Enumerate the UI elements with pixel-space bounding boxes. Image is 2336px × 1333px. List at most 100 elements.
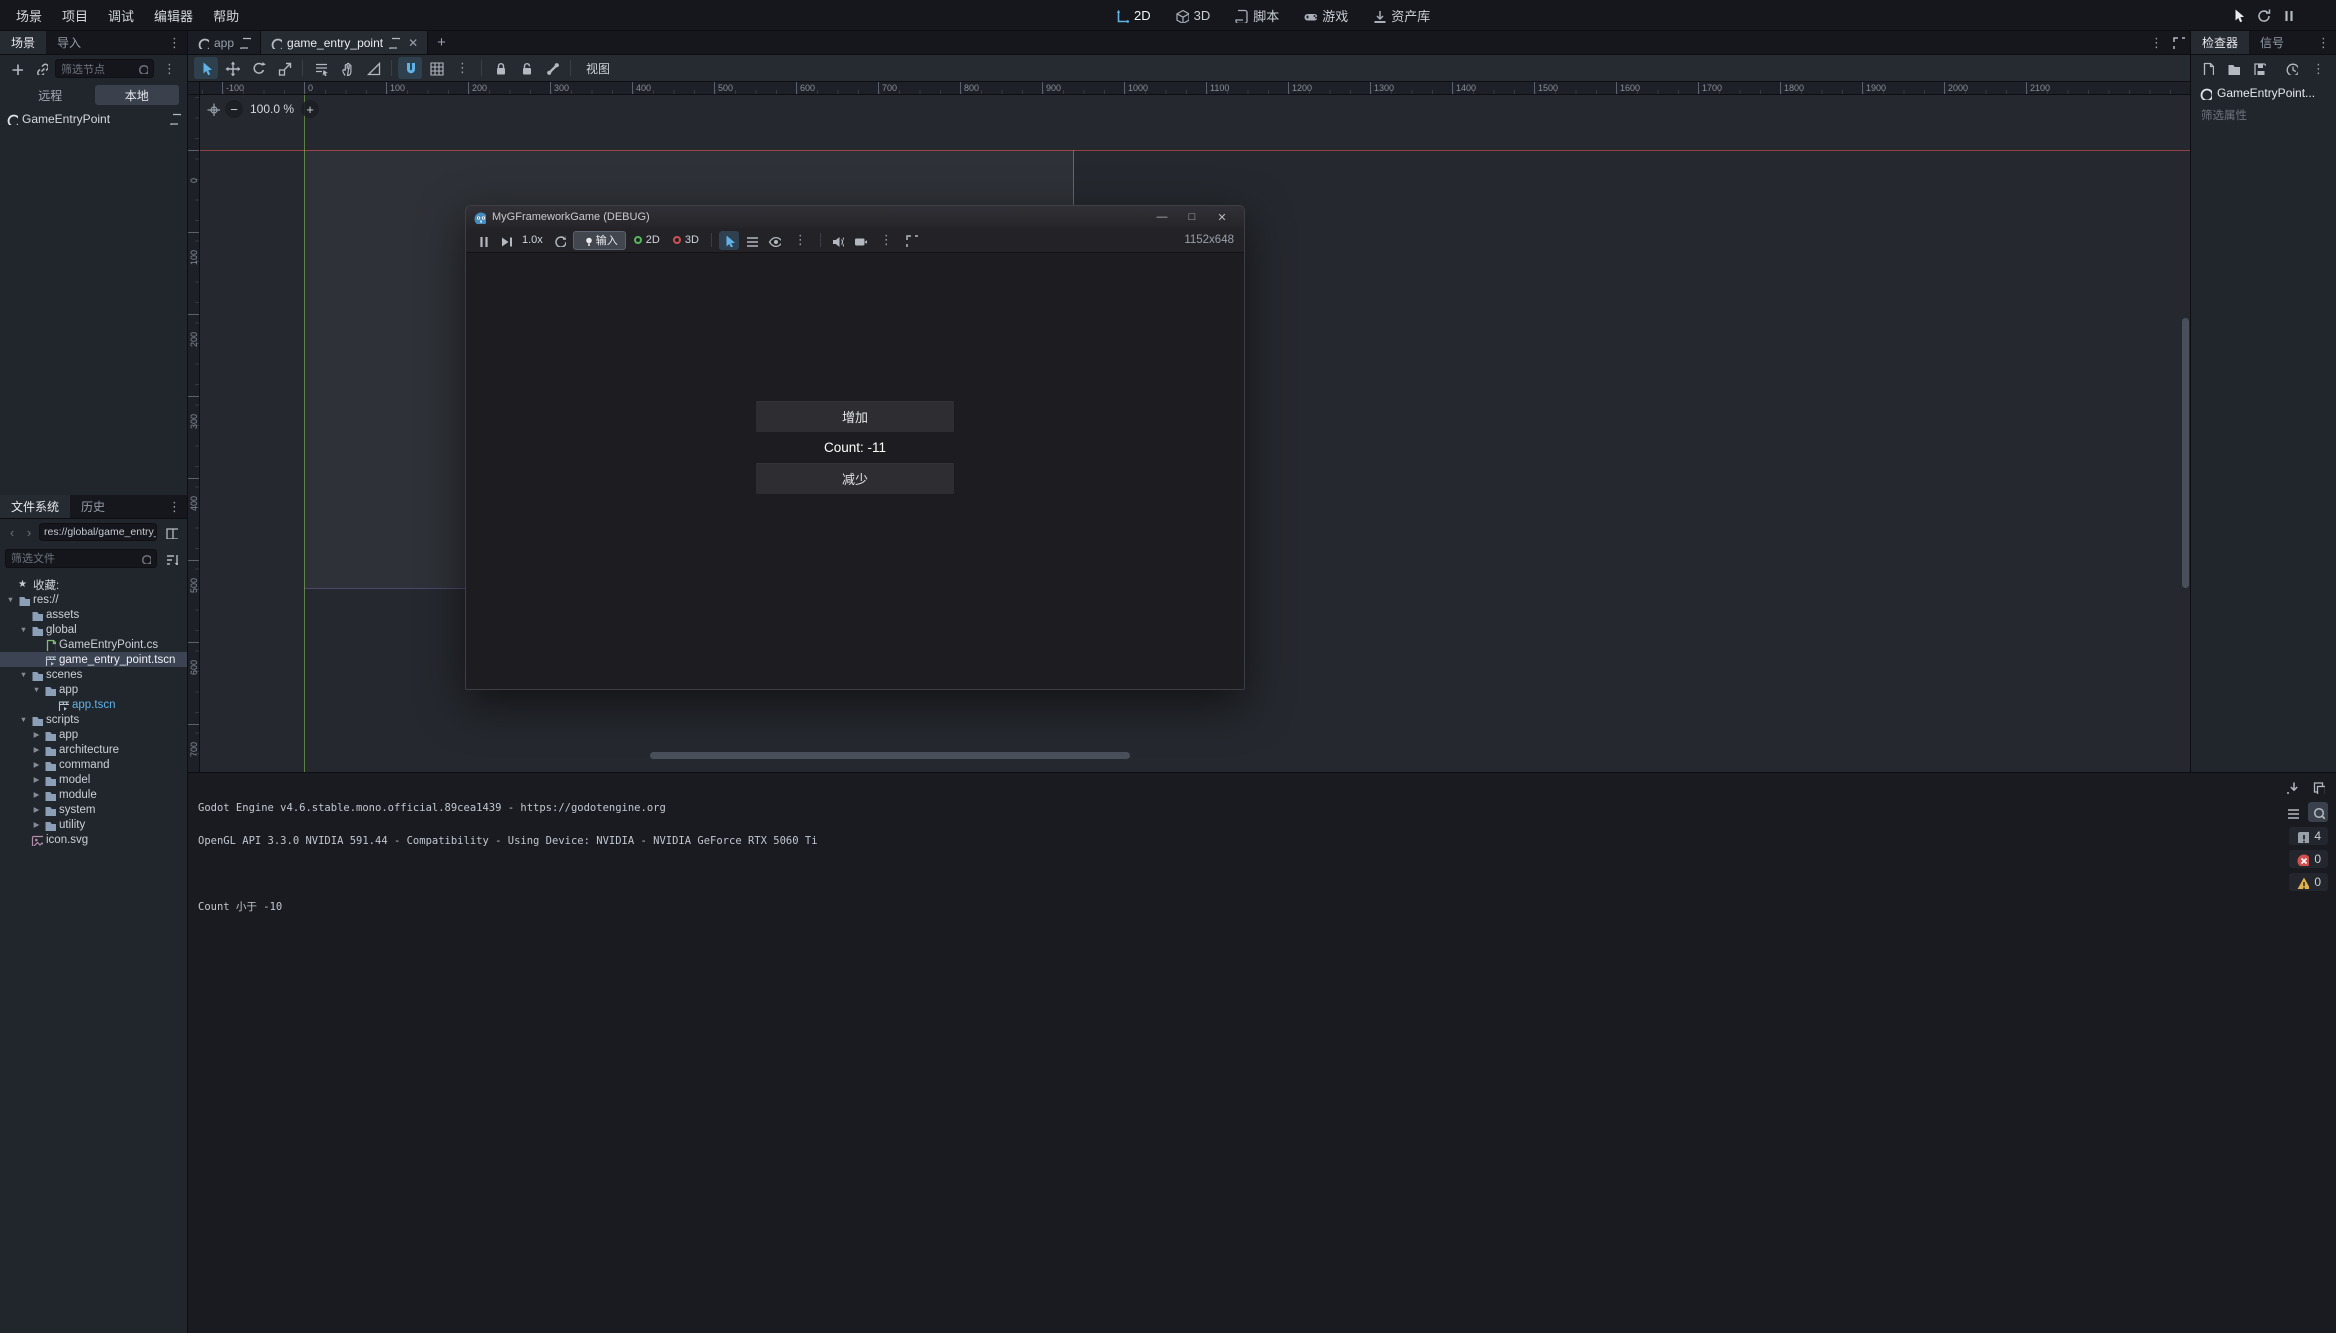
tab-filesystem[interactable]: 文件系统 (0, 495, 70, 518)
center-view-icon[interactable] (206, 102, 220, 116)
fs-item-res-root[interactable]: ▼ res:// (0, 592, 187, 607)
visibility-button[interactable] (765, 231, 785, 250)
increase-button[interactable]: 增加 (755, 400, 955, 433)
workspace-script[interactable]: 脚本 (1224, 2, 1289, 29)
tab-import[interactable]: 导入 (46, 31, 92, 54)
chevron-down-icon[interactable]: ▼ (19, 715, 28, 724)
scene-tab-game-entry-point[interactable]: game_entry_point ✕ (261, 31, 428, 54)
nav-forward-button[interactable]: › (22, 525, 36, 540)
node-list-button[interactable] (742, 231, 762, 250)
workspace-game[interactable]: 游戏 (1293, 2, 1358, 29)
view-menu-button[interactable]: 视图 (577, 58, 619, 79)
workspace-2d[interactable]: 2D (1105, 4, 1161, 27)
reset-speed-button[interactable] (550, 231, 570, 250)
fs-item-system[interactable]: ▶ system (0, 802, 187, 817)
zoom-out-button[interactable]: − (225, 100, 243, 118)
property-filter-input[interactable]: 筛选属性 (2191, 104, 2336, 126)
workspace-3d[interactable]: 3D (1165, 4, 1221, 27)
inspected-node-row[interactable]: GameEntryPoint... (2191, 82, 2336, 104)
menu-editor[interactable]: 编辑器 (144, 3, 203, 28)
menu-project[interactable]: 项目 (52, 3, 98, 28)
close-button[interactable]: ✕ (1207, 206, 1237, 228)
chevron-down-icon[interactable]: ▼ (19, 625, 28, 634)
grid-snap-button[interactable] (424, 57, 448, 79)
fs-item-favorites[interactable]: ★ 收藏: (0, 577, 187, 592)
fullscreen-button[interactable] (902, 231, 922, 250)
log-search-button[interactable] (2308, 802, 2328, 822)
expand-editor-icon[interactable] (2172, 36, 2185, 49)
move-tool-button[interactable] (220, 57, 244, 79)
fs-item-model[interactable]: ▶ model (0, 772, 187, 787)
fs-item-assets[interactable]: assets (0, 607, 187, 622)
camera-override-2d[interactable]: 2D (629, 234, 665, 246)
camera-override-button[interactable] (851, 231, 871, 250)
speed-multiplier-dropdown[interactable]: 1.0x (518, 234, 547, 246)
pause-game-button[interactable] (472, 231, 492, 250)
chevron-right-icon[interactable]: ▶ (32, 820, 41, 829)
pause-icon[interactable] (2281, 8, 2296, 23)
file-filter-input[interactable]: 筛选文件 (5, 549, 157, 568)
file-sort-button[interactable] (160, 548, 182, 568)
remote-button[interactable]: 远程 (8, 85, 93, 105)
attached-script-icon[interactable] (169, 113, 181, 125)
fs-item-game-entry-point-tscn[interactable]: game_entry_point.tscn (0, 652, 187, 667)
chevron-right-icon[interactable]: ▶ (32, 805, 41, 814)
toggle-split-mode-button[interactable] (160, 522, 182, 542)
zoom-level[interactable]: 100.0 % (248, 102, 296, 116)
scene-filter-input[interactable]: 筛选节点 (55, 59, 154, 78)
chevron-right-icon[interactable]: ▶ (32, 775, 41, 784)
horizontal-scrollbar[interactable] (650, 752, 1130, 759)
nav-back-button[interactable]: ‹ (5, 525, 19, 540)
scale-tool-button[interactable] (272, 57, 296, 79)
fs-item-scenes[interactable]: ▼ scenes (0, 667, 187, 682)
chevron-right-icon[interactable]: ▶ (32, 760, 41, 769)
filesystem-dock-menu-icon[interactable]: ⋮ (162, 495, 187, 518)
error-count-badge[interactable]: 0 (2289, 850, 2328, 868)
fs-item-scripts-app[interactable]: ▶ app (0, 727, 187, 742)
maximize-button[interactable]: □ (1177, 206, 1207, 228)
mute-audio-button[interactable] (828, 231, 848, 250)
camera-override-3d[interactable]: 3D (668, 234, 704, 246)
menu-scene[interactable]: 场景 (6, 3, 52, 28)
fs-item-command[interactable]: ▶ command (0, 757, 187, 772)
minimize-button[interactable]: — (1147, 206, 1177, 228)
close-tab-icon[interactable]: ✕ (405, 36, 418, 50)
fs-item-module[interactable]: ▶ module (0, 787, 187, 802)
input-passthrough-toggle[interactable]: 输入 (573, 231, 626, 250)
pan-tool-button[interactable] (335, 57, 359, 79)
warning-count-badge[interactable]: 0 (2289, 873, 2328, 891)
zoom-in-button[interactable]: + (301, 100, 319, 118)
fs-item-icon-svg[interactable]: icon.svg (0, 832, 187, 847)
add-node-button[interactable] (5, 59, 27, 79)
tab-history[interactable]: 历史 (70, 495, 116, 518)
load-resource-button[interactable] (2222, 59, 2244, 79)
local-button[interactable]: 本地 (95, 85, 180, 105)
scene-tab-app[interactable]: app (188, 31, 261, 54)
new-scene-tab-button[interactable]: + (428, 31, 455, 54)
scene-tree-menu-icon[interactable]: ⋮ (157, 61, 182, 77)
tab-inspector[interactable]: 检查器 (2191, 31, 2249, 54)
game-window-titlebar[interactable]: MyGFrameworkGame (DEBUG) — □ ✕ (466, 206, 1244, 228)
tab-list-menu-icon[interactable]: ⋮ (2144, 35, 2169, 51)
fs-item-utility[interactable]: ▶ utility (0, 817, 187, 832)
chevron-right-icon[interactable]: ▶ (32, 745, 41, 754)
chevron-right-icon[interactable]: ▶ (32, 790, 41, 799)
save-resource-button[interactable] (2248, 59, 2270, 79)
chevron-right-icon[interactable]: ▶ (32, 730, 41, 739)
vertical-scrollbar[interactable] (2182, 318, 2189, 588)
menu-debug[interactable]: 调试 (98, 3, 144, 28)
fs-item-gameentrypoint-cs[interactable]: GameEntryPoint.cs (0, 637, 187, 652)
inspector-dock-menu-icon[interactable]: ⋮ (2311, 31, 2336, 54)
new-resource-button[interactable] (2196, 59, 2218, 79)
skeleton-options-button[interactable] (540, 57, 564, 79)
chevron-down-icon[interactable]: ▼ (19, 670, 28, 679)
chevron-down-icon[interactable]: ▼ (6, 595, 15, 604)
menu-help[interactable]: 帮助 (203, 3, 249, 28)
fs-item-global[interactable]: ▼ global (0, 622, 187, 637)
game-select-mode-button[interactable] (719, 231, 739, 250)
fs-item-scripts[interactable]: ▼ scripts (0, 712, 187, 727)
scene-tree-root-item[interactable]: GameEntryPoint (0, 109, 187, 129)
rotate-tool-button[interactable] (246, 57, 270, 79)
fs-item-app-tscn[interactable]: app.tscn (0, 697, 187, 712)
game-debug-window[interactable]: MyGFrameworkGame (DEBUG) — □ ✕ 1.0x 输入 2… (465, 205, 1245, 690)
